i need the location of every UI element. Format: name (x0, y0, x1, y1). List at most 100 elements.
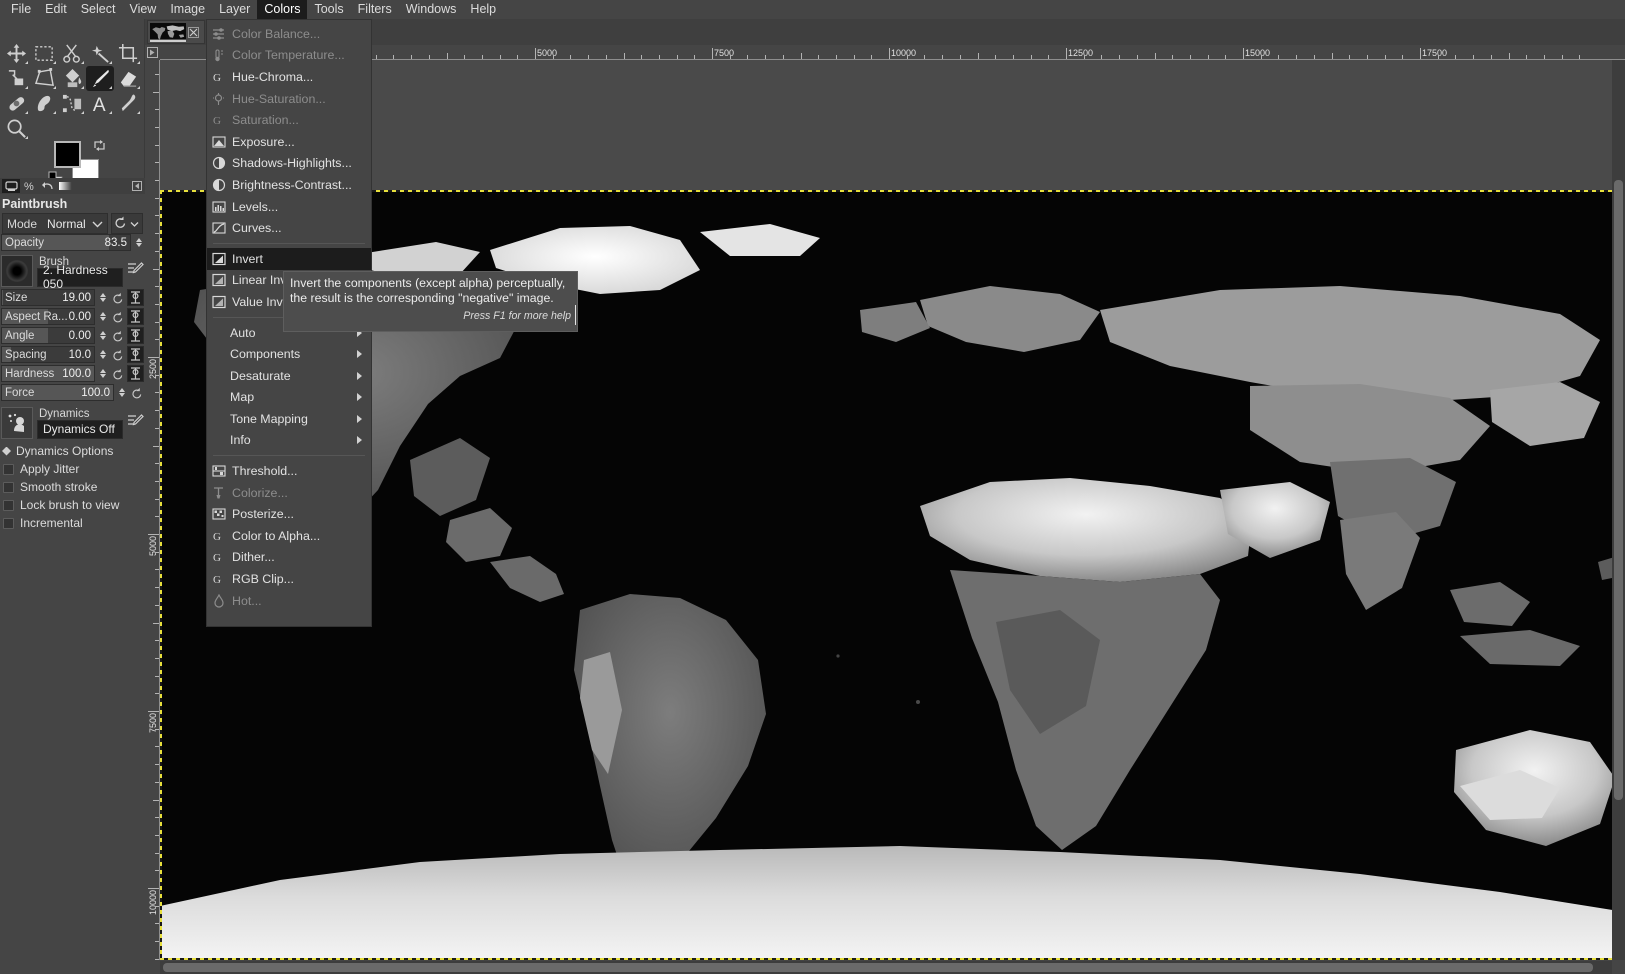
fuzzy-select-tool[interactable] (86, 41, 114, 66)
opacity-slider[interactable]: Opacity 83.5 (1, 234, 131, 251)
checkbox-incremental[interactable]: Incremental (0, 514, 145, 532)
vertical-ruler[interactable]: 25005000750010000 (145, 60, 160, 960)
horizontal-scrollbar-thumb[interactable] (163, 963, 1593, 972)
checkbox-apply-jitter[interactable]: Apply Jitter (0, 460, 145, 478)
menu-image[interactable]: Image (163, 0, 212, 19)
checkbox-lock-brush-to-view[interactable]: Lock brush to view (0, 496, 145, 514)
menu-item-map[interactable]: Map (207, 387, 371, 409)
reset-icon[interactable] (110, 309, 125, 325)
brush-preview[interactable] (1, 255, 33, 287)
edit-brush-icon[interactable] (127, 261, 144, 281)
crop-tool[interactable] (114, 41, 142, 66)
menu-item-shadows-highlights[interactable]: Shadows-Highlights... (207, 153, 371, 175)
unified-transform-tool[interactable] (2, 66, 30, 91)
vertical-scrollbar[interactable] (1612, 60, 1625, 960)
dock-menu-button[interactable] (132, 180, 142, 194)
reset-icon[interactable] (129, 385, 144, 401)
menu-view[interactable]: View (122, 0, 163, 19)
swap-colors-icon[interactable] (93, 139, 106, 155)
slider-stepper[interactable] (98, 350, 108, 359)
slider-4[interactable]: Hardness100.0 (1, 365, 95, 382)
dynamics-name-field[interactable]: Dynamics Off (37, 420, 123, 439)
slider-stepper[interactable] (98, 331, 108, 340)
paths-tool[interactable] (58, 91, 86, 116)
checkbox-box[interactable] (3, 482, 14, 493)
undo-history-tab[interactable] (38, 179, 56, 193)
smudge-tool[interactable] (30, 91, 58, 116)
menu-help[interactable]: Help (463, 0, 503, 19)
checkbox-smooth-stroke[interactable]: Smooth stroke (0, 478, 145, 496)
menu-item-info[interactable]: Info (207, 430, 371, 452)
rect-select-tool[interactable] (30, 41, 58, 66)
menu-colors[interactable]: Colors (257, 0, 307, 19)
menu-file[interactable]: File (4, 0, 38, 19)
reset-icon[interactable] (110, 328, 125, 344)
vertical-scrollbar-thumb[interactable] (1614, 180, 1623, 800)
horizontal-scrollbar[interactable] (160, 961, 1612, 974)
eraser-tool[interactable] (114, 66, 142, 91)
menu-item-threshold[interactable]: Threshold... (207, 460, 371, 482)
menu-item-levels[interactable]: Levels... (207, 196, 371, 218)
edit-dynamics-icon[interactable] (127, 413, 144, 433)
heal-tool[interactable] (2, 91, 30, 116)
menu-item-posterize[interactable]: Posterize... (207, 503, 371, 525)
foreground-color-swatch[interactable] (54, 141, 81, 168)
mode-reset-button[interactable] (111, 213, 143, 234)
zoom-tool[interactable] (2, 116, 30, 141)
paintbrush-tool[interactable] (86, 66, 114, 91)
device-status-tab[interactable]: % (20, 179, 38, 193)
menu-item-tone-mapping[interactable]: Tone Mapping (207, 408, 371, 430)
menu-item-rgb-clip[interactable]: GRGB Clip... (207, 568, 371, 590)
menu-windows[interactable]: Windows (399, 0, 464, 19)
perspective-tool[interactable] (30, 66, 58, 91)
link-to-brush-icon[interactable] (127, 289, 144, 306)
link-to-brush-icon[interactable] (127, 365, 144, 382)
move-tool[interactable] (2, 41, 30, 66)
brush-name-field[interactable]: 2. Hardness 050 (37, 268, 123, 287)
image-tab[interactable] (147, 20, 205, 44)
menu-filters[interactable]: Filters (351, 0, 399, 19)
slider-stepper[interactable] (117, 388, 127, 397)
slider-5[interactable]: Force100.0 (1, 384, 114, 401)
checkbox-box[interactable] (3, 518, 14, 529)
close-icon[interactable] (188, 27, 199, 38)
slider-stepper[interactable] (98, 293, 108, 302)
menu-item-curves[interactable]: Curves... (207, 217, 371, 239)
menu-tools[interactable]: Tools (307, 0, 350, 19)
menu-item-hue-chroma[interactable]: GHue-Chroma... (207, 66, 371, 88)
slider-0[interactable]: Size19.00 (1, 289, 95, 306)
slider-3[interactable]: Spacing10.0 (1, 346, 95, 363)
paint-mode-selector[interactable]: Mode Normal (2, 213, 108, 234)
text-tool[interactable]: A (86, 91, 114, 116)
slider-1[interactable]: Aspect Ra...0.00 (1, 308, 95, 325)
slider-stepper[interactable] (98, 312, 108, 321)
menu-item-invert[interactable]: Invert (207, 248, 371, 270)
slider-2[interactable]: Angle0.00 (1, 327, 95, 344)
menu-item-dither[interactable]: GDither... (207, 547, 371, 569)
reset-icon[interactable] (110, 290, 125, 306)
dynamics-options-expander[interactable]: Dynamics Options (0, 441, 145, 460)
image-viewport[interactable] (160, 60, 1625, 960)
ruler-origin-button[interactable] (145, 45, 160, 60)
menu-item-color-to-alpha[interactable]: GColor to Alpha... (207, 525, 371, 547)
gradients-tab[interactable] (56, 179, 74, 193)
link-to-brush-icon[interactable] (127, 346, 144, 363)
scissors-select-tool[interactable] (58, 41, 86, 66)
checkbox-box[interactable] (3, 464, 14, 475)
menu-edit[interactable]: Edit (38, 0, 74, 19)
dynamics-preview[interactable] (1, 407, 33, 439)
menu-layer[interactable]: Layer (212, 0, 257, 19)
link-to-brush-icon[interactable] (127, 308, 144, 325)
reset-icon[interactable] (110, 347, 125, 363)
slider-stepper[interactable] (98, 369, 108, 378)
tool-options-tab[interactable] (2, 179, 20, 193)
color-picker-tool[interactable] (114, 91, 142, 116)
menu-item-components[interactable]: Components (207, 343, 371, 365)
menu-select[interactable]: Select (74, 0, 123, 19)
menu-item-exposure[interactable]: Exposure... (207, 131, 371, 153)
opacity-stepper[interactable] (134, 238, 144, 247)
reset-icon[interactable] (110, 366, 125, 382)
horizontal-ruler[interactable]: 5000750010000125001500017500 (160, 45, 1625, 60)
checkbox-box[interactable] (3, 500, 14, 511)
link-to-brush-icon[interactable] (127, 327, 144, 344)
